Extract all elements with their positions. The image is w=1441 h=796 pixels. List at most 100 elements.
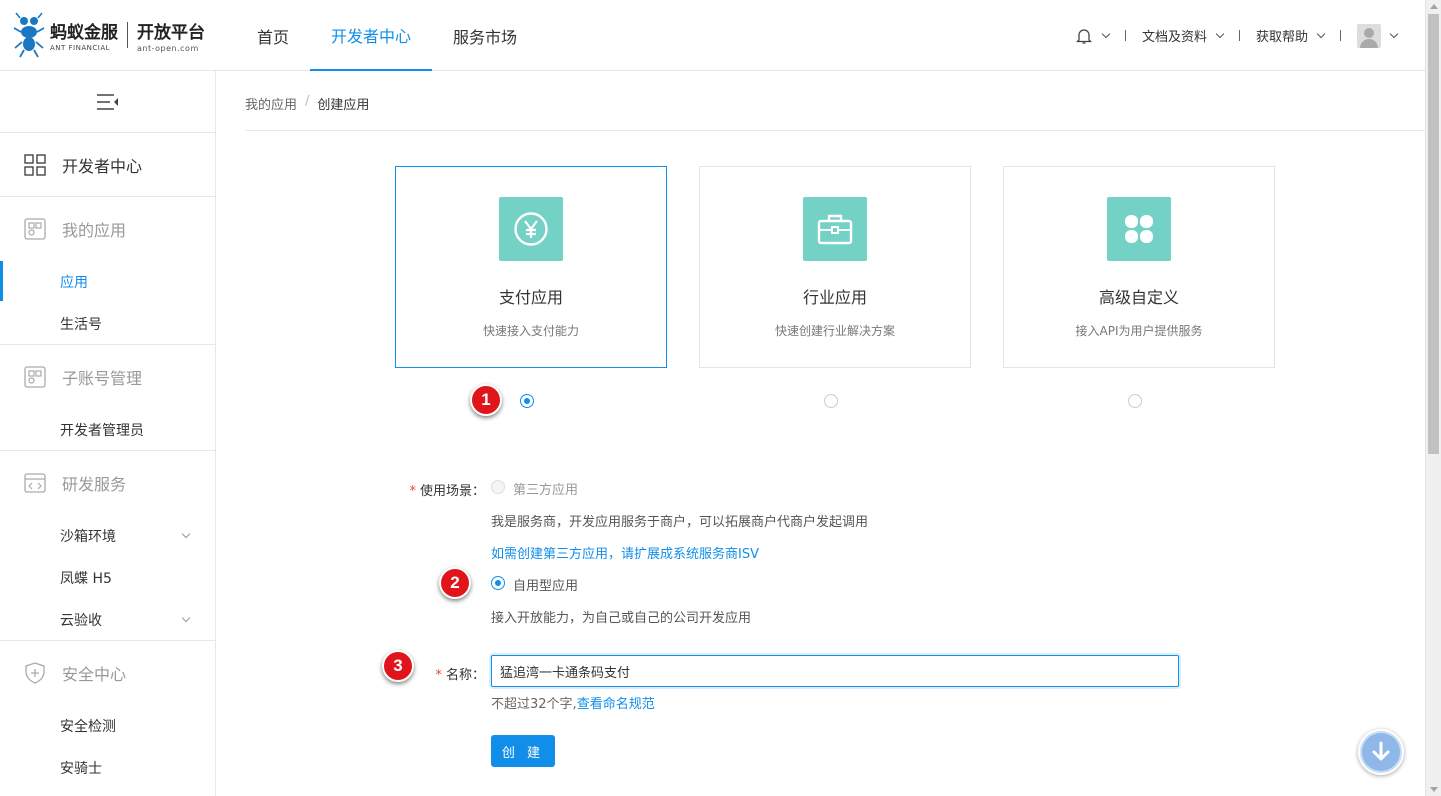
scene-label-text: 使用场景：	[419, 484, 485, 499]
sidebar-item-sandbox[interactable]: 沙箱环境	[0, 515, 215, 557]
sidebar-item-apps[interactable]: 应用	[0, 261, 215, 303]
page-scrollbar[interactable]	[1425, 0, 1441, 796]
logo-cn-text: 蚂蚁金服	[50, 23, 118, 43]
third-party-label: 第三方应用	[513, 483, 579, 498]
notification-menu[interactable]	[1075, 27, 1111, 45]
user-menu[interactable]	[1357, 23, 1399, 48]
accounts-icon	[24, 366, 46, 388]
chevron-down-icon	[1101, 29, 1111, 38]
sidebar: 开发者中心 我的应用 应用 生活号 子账号管理 开发者管理员 研发服务 沙箱环境…	[0, 71, 216, 796]
sidebar-item-fengdie[interactable]: 凤蝶 H5	[0, 557, 215, 599]
nav-service-market[interactable]: 服务市场	[432, 0, 538, 71]
third-party-isv-link[interactable]: 如需创建第三方应用，请扩展成系统服务商ISV	[491, 543, 759, 562]
card-radio-custom[interactable]	[1128, 394, 1142, 408]
breadcrumb-separator: /	[305, 94, 310, 109]
chevron-down-icon	[1316, 29, 1326, 38]
sidebar-item-sandbox-label: 沙箱环境	[60, 529, 116, 545]
docs-menu[interactable]: 文档及资料	[1142, 26, 1225, 45]
sidebar-collapse-toggle[interactable]	[0, 71, 215, 133]
card-radio-payment[interactable]	[520, 394, 534, 408]
clover-icon	[1125, 215, 1153, 243]
grid-icon	[24, 153, 46, 176]
scroll-down-arrow-icon[interactable]	[1430, 787, 1438, 792]
radio-self-use[interactable]	[491, 576, 505, 590]
sidebar-security-center-label: 安全中心	[62, 665, 127, 684]
help-menu[interactable]: 获取帮助	[1255, 26, 1326, 45]
code-window-icon	[24, 473, 46, 493]
sidebar-item-security-check[interactable]: 安全检测	[0, 705, 215, 747]
arrow-down-icon	[1372, 741, 1390, 761]
ant-logo-icon	[13, 12, 45, 58]
card-custom-app[interactable]: 高级自定义 接入API为用户提供服务	[1003, 166, 1275, 368]
sidebar-developer-center-label: 开发者中心	[62, 156, 143, 176]
logo[interactable]: 蚂蚁金服 ANT FINANCIAL 开放平台 ant-open.com	[12, 12, 205, 58]
avatar	[1357, 23, 1381, 48]
third-party-desc: 我是服务商，开发应用服务于商户，可以拓展商户代商户发起调用	[491, 515, 869, 530]
chevron-down-icon	[1389, 29, 1399, 38]
sidebar-my-apps-label: 我的应用	[62, 221, 127, 240]
sidebar-item-cloud-accept-label: 云验收	[60, 612, 102, 629]
header-actions: 文档及资料 获取帮助	[1075, 0, 1399, 71]
yen-icon	[514, 212, 548, 246]
help-label: 获取帮助	[1255, 30, 1308, 45]
card-icon-bg	[1107, 197, 1171, 261]
sidebar-item-dev-admin[interactable]: 开发者管理员	[0, 409, 215, 451]
float-button-inner	[1362, 733, 1400, 771]
chevron-down-icon	[181, 529, 191, 539]
shield-icon	[25, 662, 45, 684]
scene-label: * 使用场景：	[405, 480, 485, 499]
card-title: 行业应用	[802, 288, 867, 307]
chevron-down-icon	[1215, 29, 1225, 38]
divider	[1340, 30, 1341, 41]
naming-rules-link[interactable]: 查看命名规范	[577, 697, 655, 712]
sidebar-sub-accounts[interactable]: 子账号管理	[0, 345, 215, 409]
platform-name: 开放平台	[137, 22, 205, 43]
top-header: 蚂蚁金服 ANT FINANCIAL 开放平台 ant-open.com 首页 …	[0, 0, 1425, 71]
chevron-down-icon	[181, 613, 191, 623]
card-icon-bg	[499, 197, 563, 261]
divider	[245, 130, 1425, 131]
radio-third-party[interactable]	[491, 480, 505, 494]
sidebar-item-lifestyle[interactable]: 生活号	[0, 303, 215, 345]
scroll-down-float-button[interactable]	[1358, 729, 1404, 775]
app-root: 蚂蚁金服 ANT FINANCIAL 开放平台 ant-open.com 首页 …	[0, 0, 1441, 796]
annotation-badge-1: 1	[470, 384, 502, 416]
scroll-up-arrow-icon[interactable]	[1430, 4, 1438, 9]
name-hint: 不超过32个字,查看命名规范	[491, 693, 655, 712]
sidebar-rd-services[interactable]: 研发服务	[0, 451, 215, 515]
self-use-label: 自用型应用	[513, 579, 579, 594]
breadcrumb-my-apps[interactable]: 我的应用	[245, 94, 297, 113]
menu-collapse-icon	[96, 93, 118, 110]
card-desc: 接入API为用户提供服务	[1075, 324, 1203, 338]
breadcrumb: 我的应用 / 创建应用	[245, 94, 369, 113]
sidebar-rd-services-label: 研发服务	[62, 475, 127, 494]
annotation-badge-2: 2	[439, 567, 471, 599]
card-payment-app[interactable]: 支付应用 快速接入支付能力	[395, 166, 667, 368]
required-mark: *	[435, 668, 442, 683]
bell-icon	[1075, 28, 1093, 44]
sidebar-item-cloud-accept[interactable]: 云验收	[0, 599, 215, 641]
main-nav: 首页 开发者中心 服务市场	[236, 0, 538, 71]
card-title: 支付应用	[498, 288, 563, 307]
card-desc: 快速创建行业解决方案	[774, 324, 895, 338]
name-hint-text: 不超过32个字,	[491, 697, 577, 712]
logo-en-text: ANT FINANCIAL	[50, 44, 111, 52]
card-title: 高级自定义	[1098, 288, 1179, 307]
scrollbar-thumb[interactable]	[1428, 14, 1439, 454]
self-use-desc: 接入开放能力，为自己或自己的公司开发应用	[491, 611, 752, 626]
required-mark: *	[409, 484, 416, 499]
create-button[interactable]: 创 建	[491, 735, 555, 767]
divider	[1124, 30, 1126, 41]
card-radio-industry[interactable]	[824, 394, 838, 408]
logo-divider	[127, 22, 128, 48]
card-industry-app[interactable]: 行业应用 快速创建行业解决方案	[699, 166, 971, 368]
nav-developer-center[interactable]: 开发者中心	[310, 0, 433, 71]
sidebar-security-center[interactable]: 安全中心	[0, 641, 215, 705]
app-name-input[interactable]	[491, 655, 1179, 687]
sidebar-developer-center[interactable]: 开发者中心	[0, 133, 215, 197]
apps-icon	[24, 218, 46, 240]
sidebar-my-apps[interactable]: 我的应用	[0, 197, 215, 261]
sidebar-item-anqishi[interactable]: 安骑士	[0, 747, 215, 789]
name-label: * 名称：	[405, 664, 485, 683]
nav-home[interactable]: 首页	[236, 0, 310, 71]
